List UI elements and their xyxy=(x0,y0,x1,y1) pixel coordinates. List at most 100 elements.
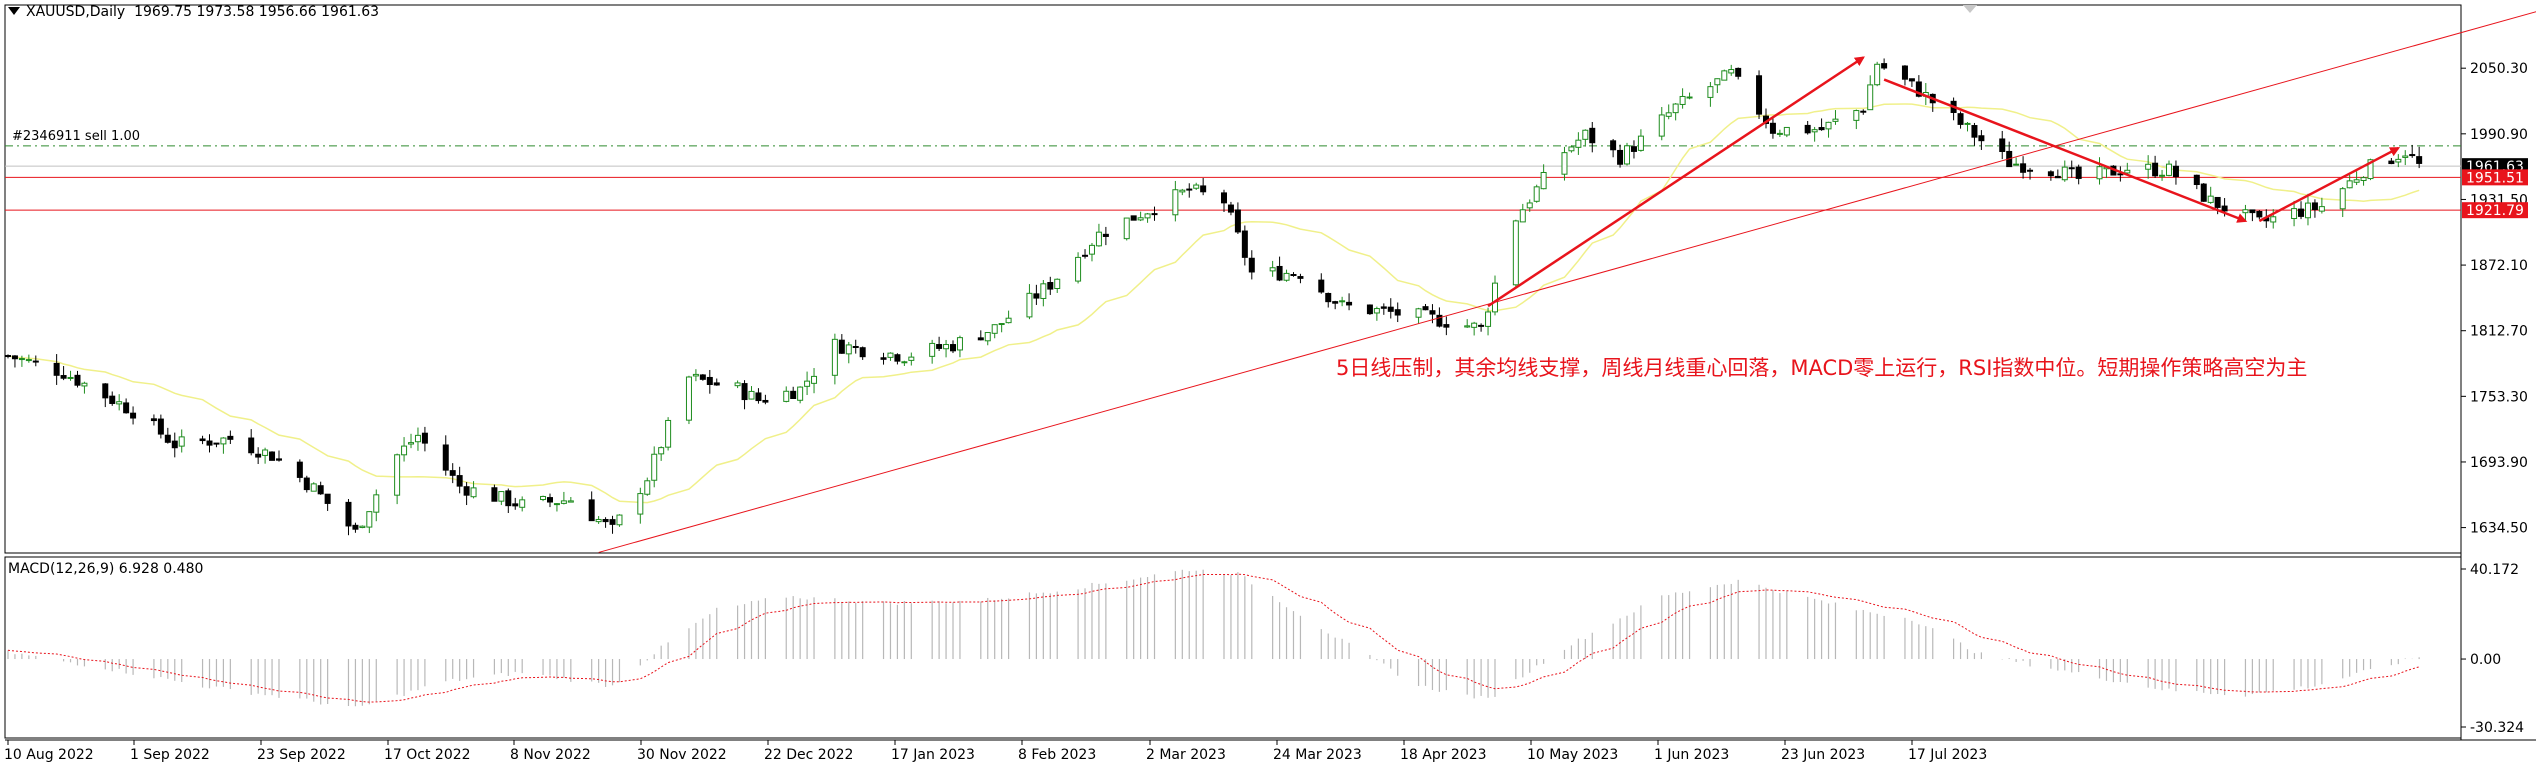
candle-body xyxy=(1589,127,1596,144)
candle-body xyxy=(1630,146,1637,152)
candle-body xyxy=(1200,185,1207,193)
candle-body xyxy=(1054,278,1061,289)
candle-body xyxy=(936,344,943,349)
candle-body xyxy=(713,382,720,386)
candle-body xyxy=(1540,171,1547,190)
candle-body xyxy=(1186,188,1193,191)
date-tick-label: 24 Mar 2023 xyxy=(1273,747,1362,763)
order-line-label[interactable]: #2346911 sell 1.00 xyxy=(12,129,140,144)
candle-body xyxy=(2395,158,2402,163)
candle-body xyxy=(665,419,672,448)
candle-body xyxy=(1811,129,1818,133)
candle-body xyxy=(1373,308,1380,314)
ohlc-values: 1969.75 1973.58 1956.66 1961.63 xyxy=(134,4,380,20)
candle-body xyxy=(199,438,206,442)
candle-body xyxy=(1297,276,1304,279)
candle-body xyxy=(1478,324,1485,327)
candle-body xyxy=(1485,311,1492,327)
candle-body xyxy=(116,401,123,405)
rising-trendline[interactable] xyxy=(598,6,2536,553)
candle-body xyxy=(1533,186,1540,202)
candle-body xyxy=(1047,282,1054,290)
candle-body xyxy=(1248,257,1255,273)
candle-body xyxy=(352,524,359,530)
candle-body xyxy=(317,485,324,495)
candle-body xyxy=(394,454,401,496)
candle-body xyxy=(2249,209,2256,214)
candle-body xyxy=(1137,217,1144,221)
candle-body xyxy=(2145,163,2152,170)
candle-body xyxy=(1346,301,1353,306)
candle-body xyxy=(1318,279,1325,293)
macd-panel-frame xyxy=(4,556,2462,739)
candle-body xyxy=(11,355,18,360)
candle-body xyxy=(1234,209,1241,233)
candle-body xyxy=(804,380,811,387)
candle-body xyxy=(602,519,609,523)
candle-body xyxy=(1005,317,1012,324)
candle-body xyxy=(2159,174,2166,177)
date-tick-label: 30 Nov 2022 xyxy=(637,747,727,763)
candle-body xyxy=(2124,169,2131,174)
symbol-label: XAUUSD,Daily xyxy=(26,4,126,20)
candle-body xyxy=(2221,205,2228,212)
date-tick-label: 1 Sep 2022 xyxy=(130,747,210,763)
analysis-annotation: 5日线压制，其余均线支撑，周线月线重心回落，MACD零上运行，RSI指数中位。短… xyxy=(1336,356,2308,380)
candle-body xyxy=(658,447,665,455)
candle-body xyxy=(1707,86,1714,98)
chart-menu-triangle-icon[interactable] xyxy=(8,7,20,15)
candle-body xyxy=(32,360,39,363)
candle-body xyxy=(1881,63,1888,69)
candle-body xyxy=(206,440,213,446)
candle-body xyxy=(1575,139,1582,148)
candle-body xyxy=(1227,204,1234,213)
candle-body xyxy=(2152,162,2159,177)
price-tick-label: 1812.70 xyxy=(2470,324,2528,340)
date-tick-label: 22 Dec 2022 xyxy=(764,747,853,763)
candle-body xyxy=(373,494,380,513)
chart-shift-marker-icon[interactable] xyxy=(1963,5,1977,13)
chart-header: XAUUSD,Daily 1969.75 1973.58 1956.66 196… xyxy=(8,4,379,20)
candle-body xyxy=(1728,69,1735,74)
date-tick-label: 18 Apr 2023 xyxy=(1400,747,1487,763)
candle-body xyxy=(123,402,130,414)
candle-body xyxy=(171,440,178,449)
candle-body xyxy=(609,519,616,525)
candle-body xyxy=(2061,166,2068,181)
candle-body xyxy=(1033,293,1040,299)
macd-indicator-label: MACD(12,26,9) 6.928 0.480 xyxy=(8,561,204,577)
candle-body xyxy=(1637,135,1644,151)
candle-body xyxy=(2256,210,2263,218)
candle-body xyxy=(2318,206,2325,212)
candle-body xyxy=(303,477,310,491)
candle-body xyxy=(1519,209,1526,223)
candle-body xyxy=(1804,124,1811,134)
candle-body xyxy=(1658,114,1665,137)
candle-body xyxy=(1123,217,1130,240)
candle-body xyxy=(651,453,658,481)
candle-body xyxy=(1088,244,1095,255)
candle-body xyxy=(2409,154,2416,157)
candle-body xyxy=(2298,208,2305,217)
candle-body xyxy=(1735,67,1742,77)
candle-body xyxy=(1144,213,1151,219)
candle-body xyxy=(560,500,567,504)
trend-arrow[interactable] xyxy=(1883,78,2248,223)
candle-body xyxy=(998,323,1005,326)
candle-body xyxy=(262,449,269,456)
candle-body xyxy=(53,362,60,376)
candle-body xyxy=(2193,174,2200,186)
candle-body xyxy=(275,458,282,461)
candle-body xyxy=(1874,63,1881,86)
candle-body xyxy=(1512,220,1519,286)
candle-body xyxy=(991,324,998,334)
candle-body xyxy=(2020,163,2027,173)
candle-body xyxy=(1776,132,1783,135)
candle-body xyxy=(401,445,408,456)
candle-body xyxy=(894,354,901,362)
candle-body xyxy=(2353,179,2360,183)
candle-body xyxy=(741,383,748,401)
candle-body xyxy=(1325,292,1332,303)
candle-body xyxy=(1818,127,1825,131)
candle-body xyxy=(845,344,852,355)
